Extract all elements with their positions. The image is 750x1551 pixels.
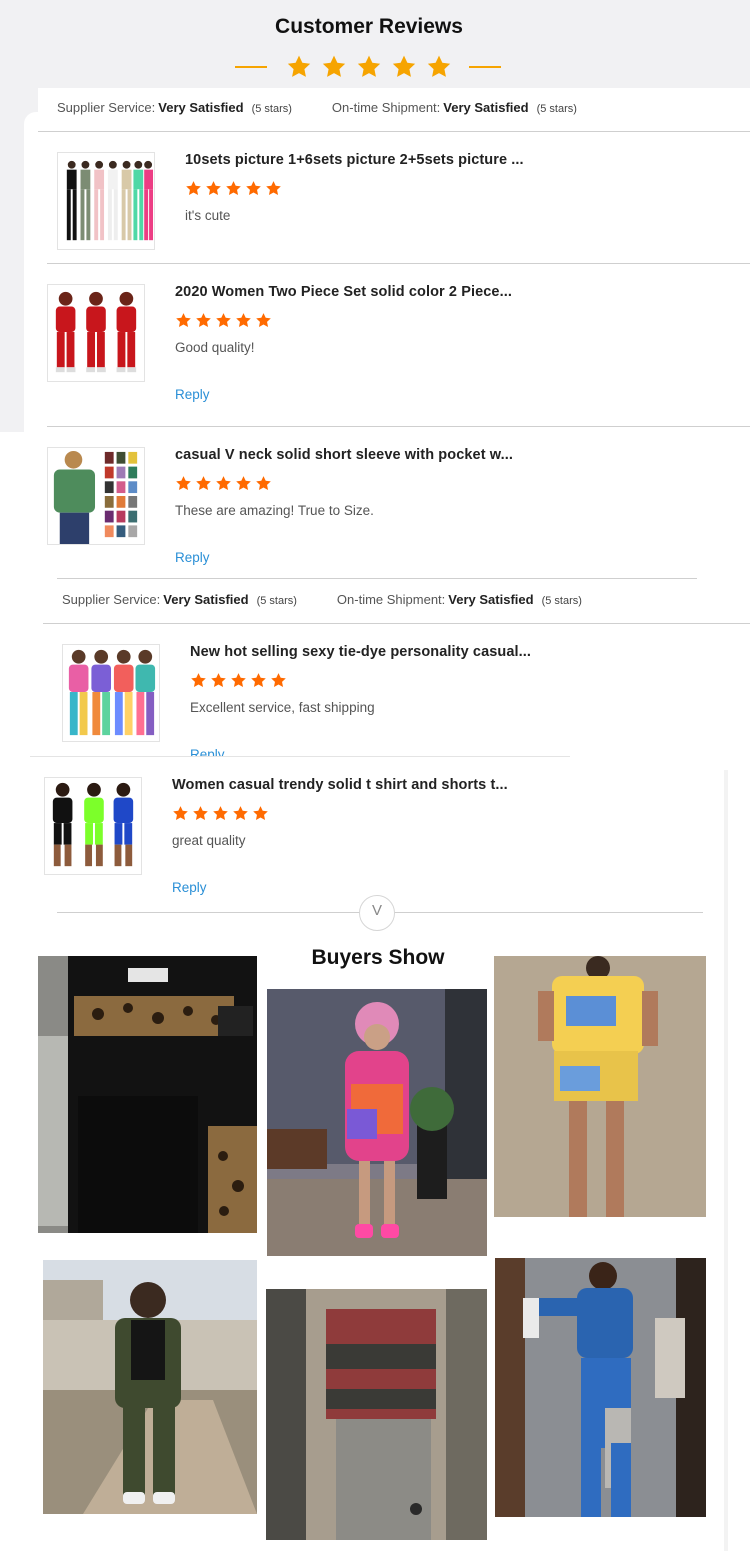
supplier-stars: (5 stars) [256, 594, 297, 607]
star-icon [233, 806, 248, 820]
review-product-title[interactable]: 10sets picture 1+6sets picture 2+5sets p… [185, 152, 524, 168]
shipment-value: Very Satisfied [448, 591, 534, 607]
review-comment: These are amazing! True to Size. [175, 503, 374, 518]
review-rating-stars [175, 475, 272, 492]
review-rating-stars [185, 180, 282, 197]
buyer-photo[interactable] [43, 1260, 257, 1514]
star-icon [176, 313, 191, 327]
divider [43, 623, 750, 624]
star-icon [231, 673, 246, 687]
review-product-title[interactable]: Women casual trendy solid t shirt and sh… [172, 777, 508, 793]
star-icon [322, 55, 346, 77]
review-comment: it's cute [185, 208, 231, 223]
product-thumbnail[interactable] [47, 284, 145, 382]
divider [57, 578, 697, 579]
product-thumbnail[interactable] [62, 644, 160, 742]
star-icon [216, 476, 231, 490]
service-rating-bar: Supplier Service: Very Satisfied (5 star… [43, 580, 750, 618]
shipment-rating: On-time Shipment: Very Satisfied (5 star… [337, 592, 582, 607]
star-icon [246, 181, 261, 195]
shipment-label: On-time Shipment: [336, 591, 446, 607]
star-icon [196, 313, 211, 327]
review-comment: Good quality! [175, 340, 255, 355]
supplier-service-rating: Supplier Service: Very Satisfied (5 star… [57, 100, 292, 115]
review-rating-stars [172, 805, 269, 822]
title-divider-right [469, 66, 501, 68]
buyers-show-title: Buyers Show [311, 946, 445, 969]
star-icon [271, 673, 286, 687]
supplier-label: Supplier Service: [62, 591, 161, 607]
star-icon [256, 313, 271, 327]
review-comment: great quality [172, 833, 246, 848]
star-icon [256, 476, 271, 490]
star-icon [176, 476, 191, 490]
shipment-value: Very Satisfied [443, 99, 529, 115]
supplier-value: Very Satisfied [158, 99, 244, 115]
star-icon [193, 806, 208, 820]
service-rating-bar: Supplier Service: Very Satisfied (5 star… [38, 88, 750, 126]
star-icon [196, 476, 211, 490]
star-icon [236, 476, 251, 490]
review-comment: Excellent service, fast shipping [190, 700, 375, 715]
panel-edge [724, 770, 728, 1551]
divider [47, 263, 750, 264]
star-icon [357, 55, 381, 77]
reply-link[interactable]: Reply [190, 747, 225, 756]
review-item: New hot selling sexy tie-dye personality… [62, 644, 750, 756]
expand-reviews-button[interactable]: V [359, 895, 395, 931]
star-icon [251, 673, 266, 687]
star-icon [216, 313, 231, 327]
star-icon [287, 55, 311, 77]
star-icon [427, 55, 451, 77]
review-product-title[interactable]: casual V neck solid short sleeve with po… [175, 447, 513, 463]
star-icon [173, 806, 188, 820]
review-product-title[interactable]: New hot selling sexy tie-dye personality… [190, 644, 531, 660]
supplier-service-rating: Supplier Service: Very Satisfied (5 star… [62, 592, 297, 607]
star-icon [186, 181, 201, 195]
buyer-photo[interactable] [266, 1289, 487, 1540]
review-rating-stars [175, 312, 272, 329]
buyer-photo[interactable] [267, 989, 487, 1256]
buyer-photo[interactable] [38, 956, 257, 1233]
supplier-value: Very Satisfied [163, 591, 249, 607]
star-icon [253, 806, 268, 820]
star-icon [266, 181, 281, 195]
supplier-label: Supplier Service: [57, 99, 156, 115]
star-icon [211, 673, 226, 687]
product-thumbnail[interactable] [47, 447, 145, 545]
star-icon [226, 181, 241, 195]
buyer-photo[interactable] [495, 1258, 706, 1517]
product-thumbnail[interactable] [44, 777, 142, 875]
divider [30, 756, 570, 757]
star-icon [213, 806, 228, 820]
divider [47, 426, 750, 427]
reply-link[interactable]: Reply [172, 880, 207, 895]
supplier-stars: (5 stars) [251, 102, 292, 115]
star-icon [236, 313, 251, 327]
review-product-title[interactable]: 2020 Women Two Piece Set solid color 2 P… [175, 284, 512, 300]
reply-link[interactable]: Reply [175, 387, 210, 402]
reply-link[interactable]: Reply [175, 550, 210, 565]
title-divider-left [235, 66, 267, 68]
star-icon [206, 181, 221, 195]
shipment-label: On-time Shipment: [331, 99, 441, 115]
shipment-stars: (5 stars) [536, 102, 577, 115]
buyer-photo[interactable] [494, 956, 706, 1217]
star-icon [392, 55, 416, 77]
chevron-down-icon: V [371, 902, 382, 919]
star-icon [191, 673, 206, 687]
page-title: Customer Reviews [275, 15, 463, 38]
product-thumbnail[interactable] [57, 152, 155, 250]
review-rating-stars [190, 672, 287, 689]
shipment-stars: (5 stars) [541, 594, 582, 607]
shipment-rating: On-time Shipment: Very Satisfied (5 star… [332, 100, 577, 115]
overall-rating-stars [286, 54, 452, 80]
divider [38, 131, 750, 132]
